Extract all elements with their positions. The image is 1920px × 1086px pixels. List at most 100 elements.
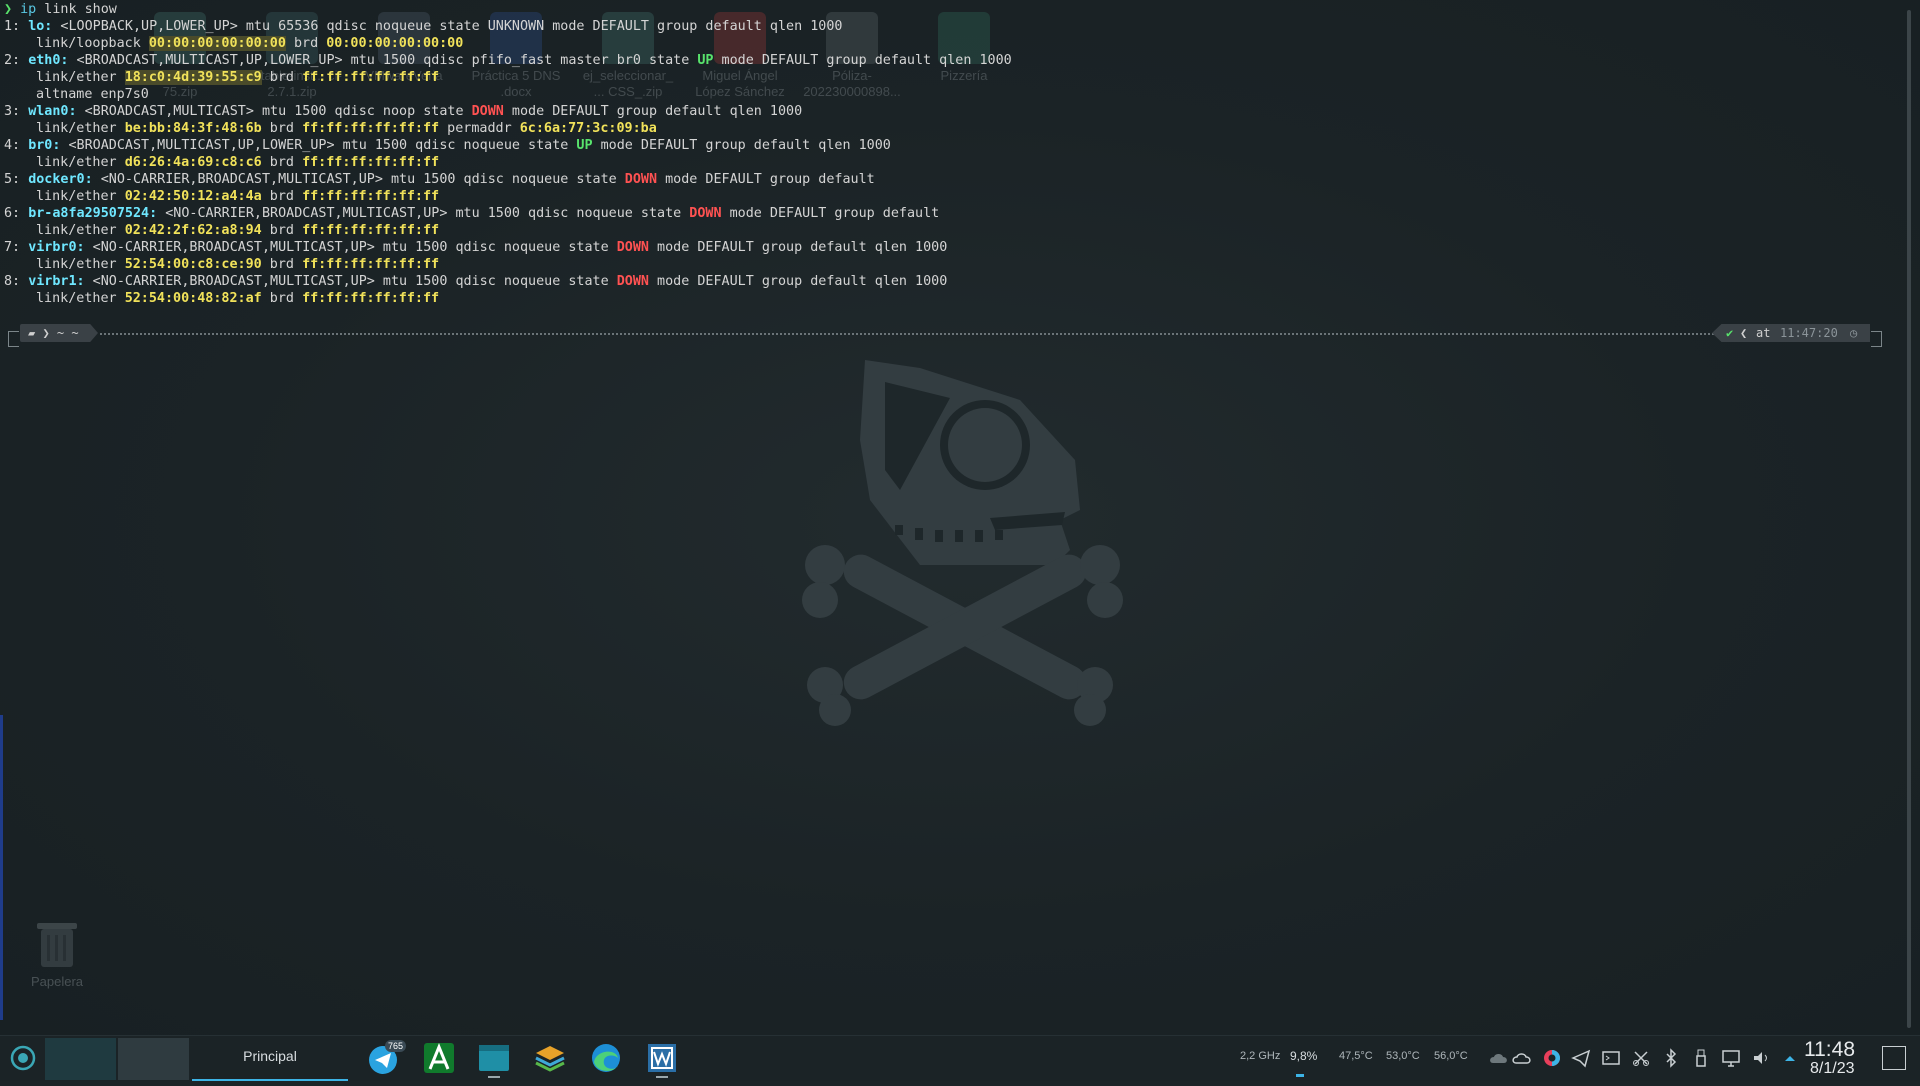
interface-index: 6: — [4, 206, 21, 221]
skull-logo — [802, 360, 1123, 726]
scrollbar-thumb[interactable] — [1907, 10, 1911, 1028]
interface-flags: <LOOPBACK,UP,LOWER_UP> mtu 65536 qdisc n… — [52, 19, 488, 34]
interface-flags: <BROADCAST,MULTICAST,UP,LOWER_UP> mtu 15… — [68, 53, 698, 68]
link-type: link/ether — [36, 70, 125, 85]
brd-label: brd — [261, 155, 303, 170]
android-studio-task[interactable] — [419, 1040, 459, 1076]
broadcast-address: ff:ff:ff:ff:ff:ff — [302, 189, 440, 204]
file-manager-task[interactable] — [474, 1040, 514, 1078]
link-type: link/ether — [36, 257, 125, 272]
interface-name: virbr0: — [28, 240, 85, 255]
taskbar: Principal 765 2,2 GHz 9,8% 47,5°C 53,0°C… — [0, 1035, 1920, 1081]
virtual-desktop-1[interactable] — [45, 1038, 116, 1080]
clipboard-tool-icon[interactable] — [1630, 1047, 1652, 1069]
active-indicator — [488, 1076, 500, 1078]
cpu-load: 9,8% — [1290, 1049, 1318, 1063]
usb-device-icon[interactable] — [1690, 1047, 1712, 1069]
interface-state: UNKNOWN — [487, 19, 545, 34]
status-check-icon: ✔ — [1726, 326, 1734, 340]
interface-state: DOWN — [616, 240, 649, 255]
cloud-sync-icon[interactable] — [1511, 1047, 1533, 1069]
mac-address: 00:00:00:00:00:00 — [148, 36, 286, 51]
link-type: link/ether — [36, 189, 125, 204]
altname: altname enp7s0 — [36, 87, 149, 102]
link-type: link/ether — [36, 291, 125, 306]
layers-icon — [535, 1046, 565, 1072]
broadcast-address: ff:ff:ff:ff:ff:ff — [302, 257, 440, 272]
interface-altname-line: altname enp7s0 — [4, 86, 149, 103]
interface-details: mode DEFAULT group default qlen 1000 — [544, 19, 843, 34]
interface-state: UP — [697, 53, 714, 68]
prompt-left-bracket — [8, 331, 19, 347]
interface-index: 5: — [4, 172, 21, 187]
trash-label: Papelera — [30, 974, 84, 989]
link-type: link/loopback — [36, 36, 149, 51]
interface-link-line: link/ether 18:c0:4d:39:55:c9 brd ff:ff:f… — [4, 69, 439, 86]
interface-index: 4: — [4, 138, 21, 153]
cpu-load-bar — [1296, 1074, 1304, 1077]
mac-address: 02:42:2f:62:a8:94 — [124, 223, 262, 238]
interface-link-line: link/ether d6:26:4a:69:c8:c6 brd ff:ff:f… — [4, 154, 439, 171]
brd-label: brd — [261, 223, 303, 238]
terminal-tray-icon[interactable] — [1600, 1047, 1622, 1069]
cpu-frequency: 2,2 GHz — [1240, 1050, 1281, 1062]
interface-flags: <BROADCAST,MULTICAST> mtu 1500 qdisc noo… — [76, 104, 472, 119]
interface-index: 3: — [4, 104, 21, 119]
prompt-time: 11:47:20 — [1780, 326, 1838, 340]
interface-flags: <NO-CARRIER,BROADCAST,MULTICAST,UP> mtu … — [157, 206, 690, 221]
interface-name: docker0: — [28, 172, 93, 187]
link-type: link/ether — [36, 121, 125, 136]
clock-date[interactable]: 8/1/23 — [1810, 1060, 1854, 1078]
interface-name: lo: — [28, 19, 53, 34]
trash-icon — [37, 923, 77, 967]
shell-prompt-bar[interactable]: ▰ ❯ ~ ~ ✔ ❮ at 11:47:20 ◷ — [8, 323, 1882, 347]
activity-principal[interactable]: Principal — [192, 1036, 348, 1081]
interface-link-line: link/loopback 00:00:00:00:00:00 brd 00:0… — [4, 35, 463, 52]
edge-browser-icon — [592, 1044, 620, 1072]
interface-state: DOWN — [689, 206, 722, 221]
vmware-task[interactable] — [642, 1040, 682, 1078]
broadcast-address: ff:ff:ff:ff:ff:ff — [302, 155, 440, 170]
clock-time[interactable]: 11:48 — [1804, 1038, 1855, 1062]
brd-label: brd — [261, 70, 303, 85]
clock-icon: ◷ — [1850, 326, 1858, 340]
interface-details: mode DEFAULT group default — [721, 206, 940, 221]
interface-flags: <BROADCAST,MULTICAST,UP,LOWER_UP> mtu 15… — [60, 138, 577, 153]
mac-address: d6:26:4a:69:c8:c6 — [124, 155, 262, 170]
interface-header-line: 5: docker0: <NO-CARRIER,BROADCAST,MULTIC… — [4, 171, 875, 188]
show-desktop-button[interactable] — [1882, 1046, 1906, 1070]
volume-icon[interactable] — [1750, 1047, 1772, 1069]
interface-index: 1: — [4, 19, 21, 34]
trash-desktop-icon[interactable]: Papelera — [22, 915, 92, 989]
telegram-task[interactable]: 765 — [363, 1040, 407, 1076]
color-picker-icon[interactable] — [1541, 1047, 1563, 1069]
virtual-desktop-2[interactable] — [118, 1038, 189, 1080]
layers-app-task[interactable] — [530, 1040, 570, 1076]
prompt-filler-dots — [100, 333, 1722, 335]
permaddr-label: permaddr — [439, 121, 520, 136]
interface-link-line: link/ether 52:54:00:48:82:af brd ff:ff:f… — [4, 290, 439, 307]
brd-label: brd — [261, 291, 303, 306]
temperature-3: 56,0°C — [1434, 1050, 1468, 1062]
cloud-icon[interactable] — [1488, 1047, 1510, 1069]
interface-flags: <NO-CARRIER,BROADCAST,MULTICAST,UP> mtu … — [92, 172, 625, 187]
application-menu-button[interactable] — [6, 1036, 40, 1081]
brd-label: brd — [261, 189, 303, 204]
folder-window-icon — [479, 1045, 509, 1071]
interface-state: DOWN — [471, 104, 504, 119]
interface-header-line: 3: wlan0: <BROADCAST,MULTICAST> mtu 1500… — [4, 103, 802, 120]
edge-browser-task[interactable] — [586, 1040, 626, 1076]
command-name: ip — [20, 2, 37, 17]
expand-tray-icon[interactable] — [1779, 1047, 1801, 1069]
bluetooth-icon[interactable] — [1660, 1047, 1682, 1069]
mac-address: 02:42:50:12:a4:4a — [124, 189, 262, 204]
terminal-output[interactable]: ❯ ip link show 1: lo: <LOOPBACK,UP,LOWER_… — [0, 0, 1905, 340]
network-icon[interactable] — [1720, 1047, 1742, 1069]
interface-flags: <NO-CARRIER,BROADCAST,MULTICAST,UP> mtu … — [84, 240, 617, 255]
interface-details: mode DEFAULT group default qlen 1000 — [592, 138, 891, 153]
terminal-scrollbar[interactable] — [1906, 0, 1912, 1030]
editor-a-icon — [424, 1043, 454, 1073]
interface-name: br-a8fa29507524: — [28, 206, 158, 221]
telegram-tray-icon[interactable] — [1570, 1047, 1592, 1069]
mac-address: 52:54:00:c8:ce:90 — [124, 257, 262, 272]
